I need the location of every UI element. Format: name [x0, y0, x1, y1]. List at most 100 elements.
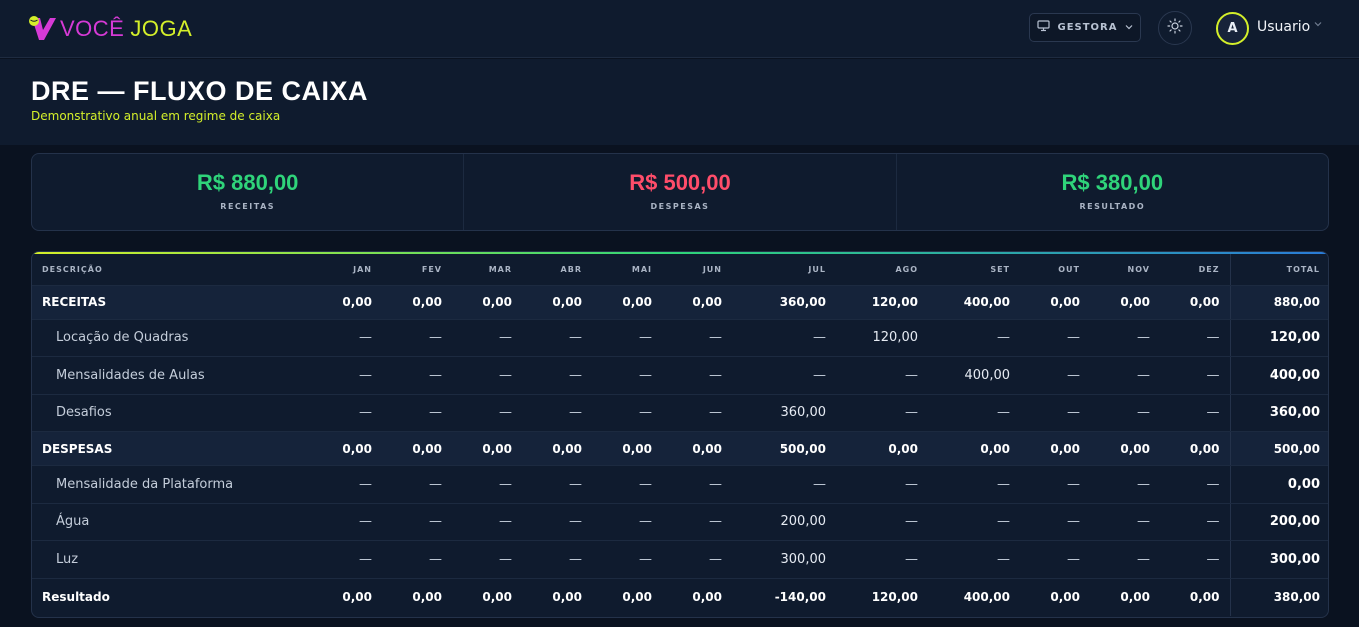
cell-nov: 0,00 [1090, 577, 1160, 616]
row-description: Mensalidades de Aulas [32, 356, 312, 395]
cell-mai: — [592, 540, 662, 579]
cell-jan: 0,00 [312, 285, 382, 320]
brand-logo[interactable]: VOCÊ JOGA [28, 14, 192, 44]
mode-selector-button[interactable]: GESTORA [1029, 13, 1141, 42]
summary-value: R$ 500,00 [629, 170, 731, 195]
page-subtitle: Demonstrativo anual em regime de caixa [31, 109, 281, 123]
cell-total: 120,00 [1229, 319, 1328, 357]
dre-table-card: DESCRIÇÃO JAN FEV MAR ABR MAI JUN JUL AGO SET OUT N… [31, 251, 1329, 618]
table-row: Luz — — — — — —300,00— — — — —300,00 [32, 540, 1328, 579]
chevron-down-icon[interactable] [1314, 20, 1322, 30]
cell-mai: — [592, 394, 662, 432]
cell-nov: — [1090, 394, 1160, 432]
cell-fev: 0,00 [382, 285, 452, 320]
cell-total: 400,00 [1229, 356, 1328, 395]
cell-total: 300,00 [1229, 540, 1328, 579]
cell-jul: — [732, 465, 836, 504]
cell-jun: 0,00 [662, 285, 732, 320]
cell-nov: 0,00 [1090, 431, 1160, 466]
row-description: Água [32, 503, 312, 541]
cell-abr: 0,00 [522, 431, 592, 466]
cell-set: — [928, 540, 1020, 579]
cell-abr: — [522, 394, 592, 432]
cell-abr: — [522, 465, 592, 504]
column-header-dez: DEZ [1160, 254, 1230, 286]
cell-fev: — [382, 465, 452, 504]
cell-ago: 0,00 [836, 431, 928, 466]
cell-out: 0,00 [1020, 577, 1090, 616]
brand-wordmark: VOCÊ JOGA [60, 16, 192, 42]
cell-mai: 0,00 [592, 285, 662, 320]
cell-mar: 0,00 [452, 577, 522, 616]
cell-out: 0,00 [1020, 285, 1090, 320]
cell-ago: 120,00 [836, 285, 928, 320]
cell-set: — [928, 503, 1020, 541]
cell-set: — [928, 319, 1020, 357]
cell-jun: — [662, 503, 732, 541]
cell-dez: 0,00 [1160, 285, 1230, 320]
summary-value: R$ 380,00 [1061, 170, 1164, 195]
chevron-down-icon [1125, 22, 1133, 33]
cell-total: 200,00 [1229, 503, 1328, 541]
table-row: Desafios — — — — — —360,00— — — — —360,00 [32, 394, 1328, 432]
cell-total: 360,00 [1229, 394, 1328, 432]
summary-value: R$ 880,00 [196, 170, 299, 195]
summary-card-despesas: R$ 500,00 DESPESAS [464, 154, 897, 230]
cell-fev: — [382, 503, 452, 541]
column-header-ago: AGO [836, 254, 928, 286]
table-group-row: DESPESAS 0,00 0,00 0,00 0,00 0,00 0,00 500,00 0,… [32, 431, 1328, 466]
table-row: Água — — — — — —200,00— — — — —200,00 [32, 503, 1328, 541]
brand-word-2: JOGA [130, 16, 193, 41]
table-row: Mensalidades de Aulas — — — — — — — —400,00— — —40… [32, 356, 1328, 395]
cell-dez: — [1160, 503, 1230, 541]
cell-dez: — [1160, 319, 1230, 357]
summary-card-resultado: R$ 380,00 RESULTADO [897, 154, 1328, 230]
cell-jul: 200,00 [732, 503, 836, 541]
cell-abr: — [522, 540, 592, 579]
cell-nov: — [1090, 356, 1160, 395]
mode-label: GESTORA [1057, 22, 1118, 33]
cell-out: — [1020, 465, 1090, 504]
cell-mai: — [592, 356, 662, 395]
cell-mar: — [452, 503, 522, 541]
cell-jul: — [732, 356, 836, 395]
cell-fev: 0,00 [382, 577, 452, 616]
theme-toggle-button[interactable] [1158, 11, 1192, 45]
cell-jun: — [662, 465, 732, 504]
cell-total: 880,00 [1229, 285, 1328, 320]
cell-ago: — [836, 503, 928, 541]
user-avatar[interactable]: A [1216, 12, 1249, 45]
cell-mar: — [452, 319, 522, 357]
summary-panel: R$ 880,00 RECEITAS R$ 500,00 DESPESAS R$… [31, 153, 1329, 231]
table-row: Mensalidade da Plataforma — — — — — — — — — — — —0,0… [32, 465, 1328, 504]
table-group-row: RECEITAS 0,00 0,00 0,00 0,00 0,00 0,00 360,00 12… [32, 285, 1328, 320]
cell-jun: — [662, 394, 732, 432]
cell-jun: — [662, 356, 732, 395]
cell-mai: — [592, 503, 662, 541]
cell-mar: — [452, 356, 522, 395]
cell-nov: — [1090, 465, 1160, 504]
column-header-abr: ABR [522, 254, 592, 286]
cell-out: 0,00 [1020, 431, 1090, 466]
cell-out: — [1020, 394, 1090, 432]
column-header-out: OUT [1020, 254, 1090, 286]
cell-nov: 0,00 [1090, 285, 1160, 320]
column-header-jun: JUN [662, 254, 732, 286]
cell-fev: 0,00 [382, 431, 452, 466]
cell-dez: — [1160, 465, 1230, 504]
cell-total: 500,00 [1229, 431, 1328, 466]
column-header-jul: JUL [732, 254, 836, 286]
cell-fev: — [382, 394, 452, 432]
cell-set: — [928, 394, 1020, 432]
cell-jul: 300,00 [732, 540, 836, 579]
cell-jun: 0,00 [662, 431, 732, 466]
top-bar: VOCÊ JOGA GESTORA A Usuario [0, 0, 1359, 58]
table-header-row: DESCRIÇÃO JAN FEV MAR ABR MAI JUN JUL AGO SET OUT N… [32, 254, 1328, 286]
table-result-row: Resultado 0,00 0,00 0,00 0,00 0,00 0,00 -140,00… [32, 577, 1328, 616]
cell-set: 0,00 [928, 431, 1020, 466]
user-menu-name[interactable]: Usuario [1257, 19, 1310, 35]
cell-ago: — [836, 394, 928, 432]
cell-fev: — [382, 540, 452, 579]
cell-set: 400,00 [928, 577, 1020, 616]
cell-dez: 0,00 [1160, 431, 1230, 466]
